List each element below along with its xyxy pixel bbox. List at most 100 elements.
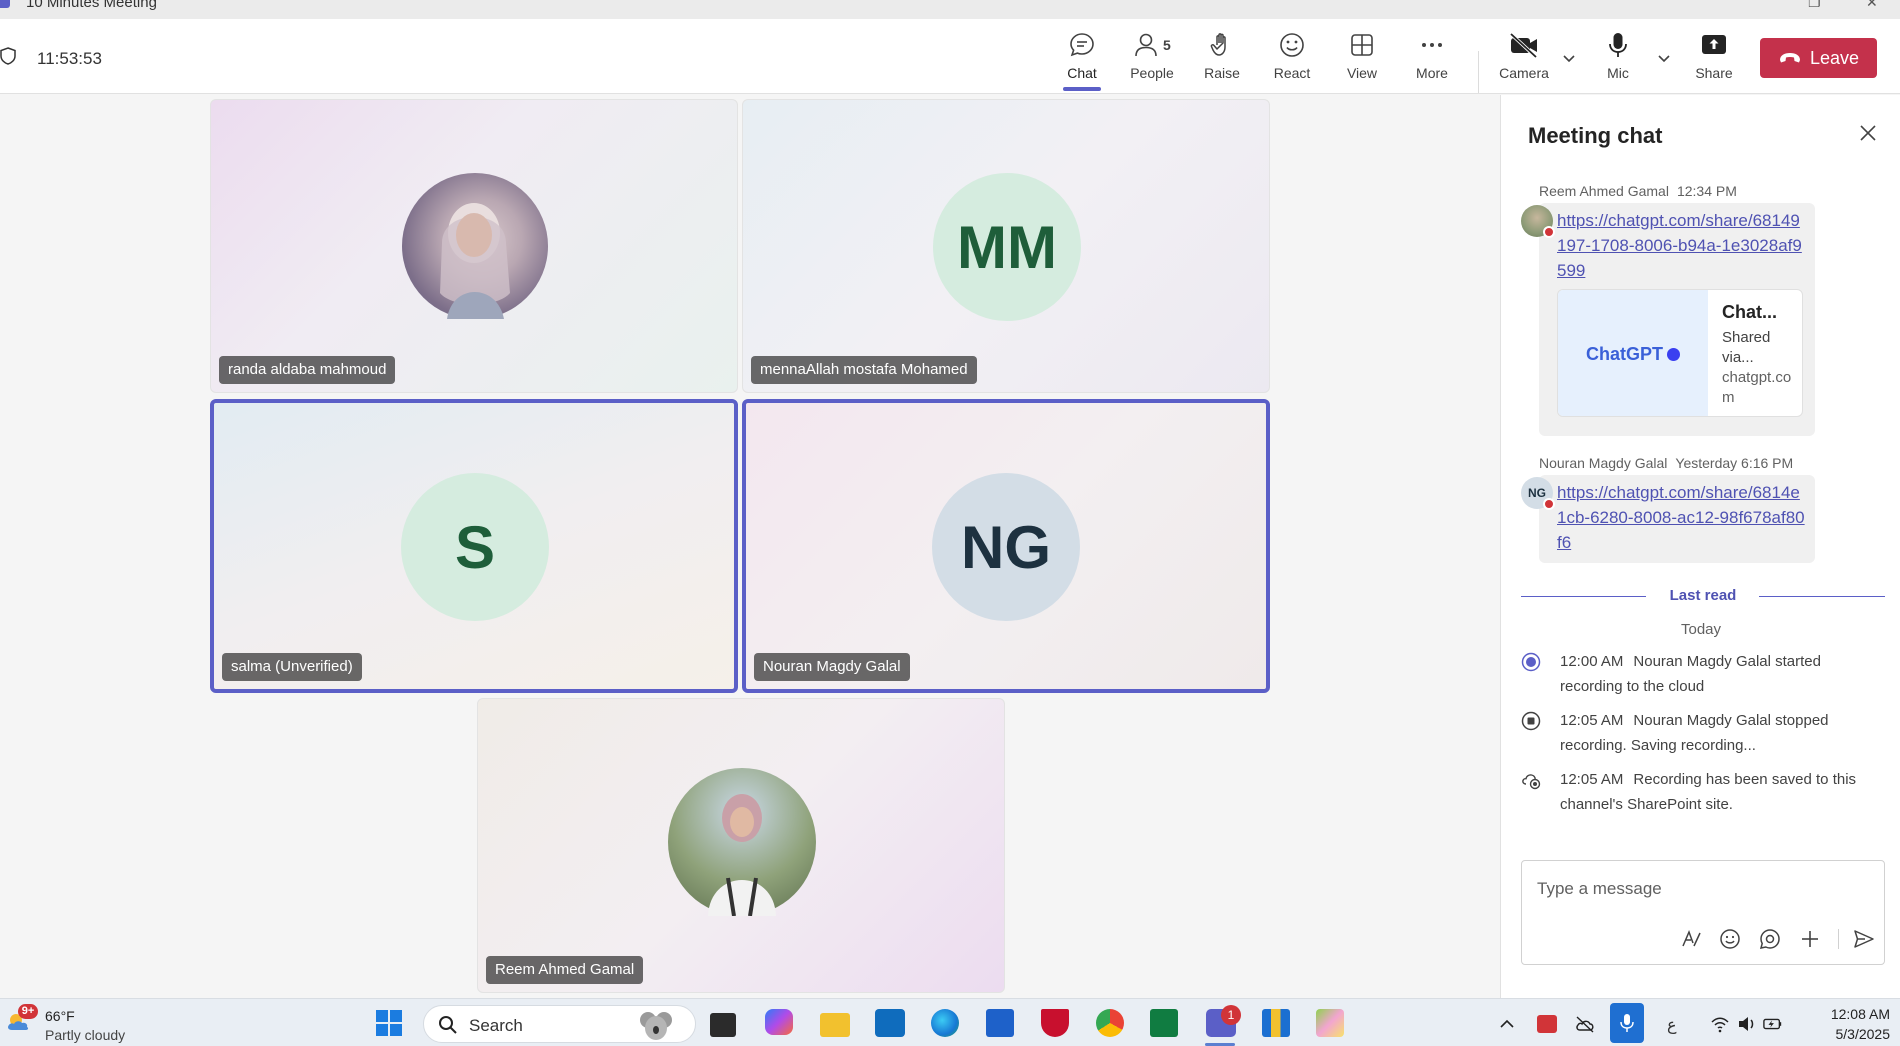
shield-icon — [0, 47, 16, 65]
camera-off-icon — [1509, 32, 1538, 59]
participant-tile-speaking[interactable]: S salma (Unverified) — [210, 399, 738, 693]
file-explorer-icon[interactable] — [820, 1013, 850, 1037]
edge-icon[interactable] — [931, 1009, 959, 1037]
mic-options-chevron-icon[interactable] — [1655, 49, 1673, 67]
person-photo-icon — [708, 794, 776, 916]
participant-name-tag: salma (Unverified) — [222, 653, 362, 681]
chat-button[interactable]: Chat — [1049, 29, 1115, 91]
chrome-icon[interactable] — [1096, 1009, 1124, 1037]
more-label: More — [1416, 65, 1448, 81]
link-preview-description: Shared via... — [1722, 329, 1771, 366]
close-window-icon[interactable]: ✕ — [1866, 0, 1878, 11]
divider-line — [1759, 596, 1885, 597]
message-link[interactable]: https://chatgpt.com/share/6814e1cb-6280-… — [1557, 480, 1809, 555]
mic-button[interactable]: Mic — [1585, 29, 1651, 87]
people-count: 5 — [1163, 37, 1171, 53]
window-title: 10 Minutes Meeting — [26, 0, 157, 11]
message-link[interactable]: https://chatgpt.com/share/68149197-1708-… — [1557, 208, 1809, 283]
restore-window-icon[interactable]: ❐ — [1808, 0, 1821, 11]
hang-up-icon — [1779, 53, 1800, 63]
participant-name-tag: Reem Ahmed Gamal — [486, 956, 644, 984]
participant-name-tag: Nouran Magdy Galal — [754, 653, 910, 681]
close-icon[interactable] — [1858, 123, 1878, 143]
wifi-icon[interactable] — [1710, 1015, 1730, 1033]
more-button[interactable]: More — [1399, 29, 1465, 87]
keyboard-language[interactable]: ع — [1667, 1015, 1677, 1035]
message-time: 12:34 PM — [1676, 183, 1737, 199]
message-author: Reem Ahmed Gamal — [1539, 183, 1669, 199]
copilot-icon[interactable] — [765, 1009, 793, 1035]
mcafee-icon[interactable] — [1041, 1009, 1069, 1037]
format-text-icon[interactable] — [1679, 927, 1703, 951]
loop-component-icon[interactable] — [1758, 927, 1782, 951]
smiley-icon — [1280, 33, 1304, 57]
system-clock-date[interactable]: 5/3/2025 — [1815, 1026, 1891, 1042]
microphone-in-use-indicator[interactable] — [1610, 1003, 1644, 1043]
meeting-chat-panel: Meeting chat Reem Ahmed Gamal 12:34 PM ht… — [1500, 95, 1900, 998]
react-button[interactable]: React — [1259, 29, 1325, 87]
message-bubble: https://chatgpt.com/share/6814e1cb-6280-… — [1539, 475, 1815, 563]
add-icon[interactable] — [1798, 927, 1822, 951]
chatgpt-dot-icon — [1667, 347, 1680, 361]
camera-options-chevron-icon[interactable] — [1560, 49, 1578, 67]
participant-tile-speaking[interactable]: NG Nouran Magdy Galal — [742, 399, 1270, 693]
event-time: 12:00 AM — [1560, 653, 1624, 670]
view-label: View — [1346, 65, 1378, 81]
view-button[interactable]: View — [1329, 29, 1395, 87]
avatar[interactable]: NG — [1521, 477, 1555, 510]
koala-search-highlight-icon — [640, 1012, 672, 1040]
event-text: 12:05 AM Recording has been saved to this… — [1560, 767, 1880, 817]
video-stage: randa aldaba mahmoud MM mennaAllah mosta… — [0, 95, 1500, 998]
microphone-icon — [1609, 33, 1627, 57]
system-clock-time[interactable]: 12:08 AM — [1815, 1006, 1890, 1022]
link-preview-card[interactable]: ChatGPT Chat... Shared via... chatgpt.co… — [1557, 289, 1803, 417]
weather-alert-badge: 9+ — [18, 1004, 38, 1019]
store-icon[interactable] — [986, 1009, 1014, 1037]
participant-photo-avatar — [668, 768, 816, 916]
raise-hand-button[interactable]: Raise — [1189, 29, 1255, 87]
weather-condition[interactable]: Partly cloudy — [45, 1027, 125, 1043]
people-button[interactable]: 5 People — [1119, 29, 1185, 87]
microphone-tray-icon — [1620, 1014, 1634, 1032]
message-input-placeholder[interactable]: Type a message — [1537, 879, 1662, 899]
person-photo-icon — [440, 203, 510, 319]
message-time: Yesterday 6:16 PM — [1675, 455, 1794, 471]
search-icon — [439, 1016, 457, 1034]
power-bi-icon[interactable] — [1262, 1009, 1290, 1037]
taskbar-search[interactable]: Search — [423, 1005, 696, 1043]
message-composer[interactable]: Type a message — [1521, 860, 1885, 965]
task-view-icon[interactable] — [710, 1013, 736, 1037]
participant-tile[interactable]: randa aldaba mahmoud — [210, 99, 738, 393]
leave-label: Leave — [1809, 47, 1860, 68]
windows-start-icon[interactable] — [374, 1009, 404, 1037]
share-button[interactable]: Share — [1681, 29, 1747, 87]
event-time: 12:05 AM — [1560, 712, 1624, 729]
emoji-icon[interactable] — [1718, 927, 1742, 951]
avatar[interactable] — [1521, 205, 1555, 238]
camera-button[interactable]: Camera — [1491, 29, 1557, 87]
volume-icon[interactable] — [1737, 1015, 1757, 1033]
camera-label: Camera — [1499, 65, 1549, 81]
raise-label: Raise — [1204, 65, 1240, 81]
participant-tile[interactable]: MM mennaAllah mostafa Mohamed — [742, 99, 1270, 393]
battery-charging-icon[interactable] — [1763, 1015, 1783, 1033]
chat-icon — [1070, 33, 1094, 57]
excel-icon[interactable] — [1150, 1009, 1178, 1037]
chat-panel-title: Meeting chat — [1528, 123, 1663, 148]
show-hidden-icons-chevron-icon[interactable] — [1497, 1015, 1517, 1033]
message-bubble: https://chatgpt.com/share/68149197-1708-… — [1539, 203, 1815, 436]
calendar-tray-icon[interactable] — [1537, 1015, 1557, 1033]
snipping-tool-icon[interactable] — [1316, 1009, 1344, 1037]
date-separator: Today — [1680, 621, 1722, 638]
cloud-sync-off-icon[interactable] — [1575, 1015, 1595, 1033]
people-label: People — [1130, 65, 1174, 81]
os-taskbar: 9+ 66°F Partly cloudy Search 1 ع 12:08 A… — [0, 998, 1900, 1046]
outlook-icon[interactable] — [875, 1009, 905, 1037]
participant-tile[interactable]: Reem Ahmed Gamal — [477, 698, 1005, 993]
send-icon[interactable] — [1852, 927, 1876, 951]
react-label: React — [1273, 65, 1311, 81]
weather-temperature[interactable]: 66°F — [45, 1008, 75, 1024]
link-preview-image-text: ChatGPT — [1585, 343, 1663, 364]
teams-logo-icon — [0, 0, 10, 8]
leave-button[interactable]: Leave — [1760, 38, 1877, 78]
